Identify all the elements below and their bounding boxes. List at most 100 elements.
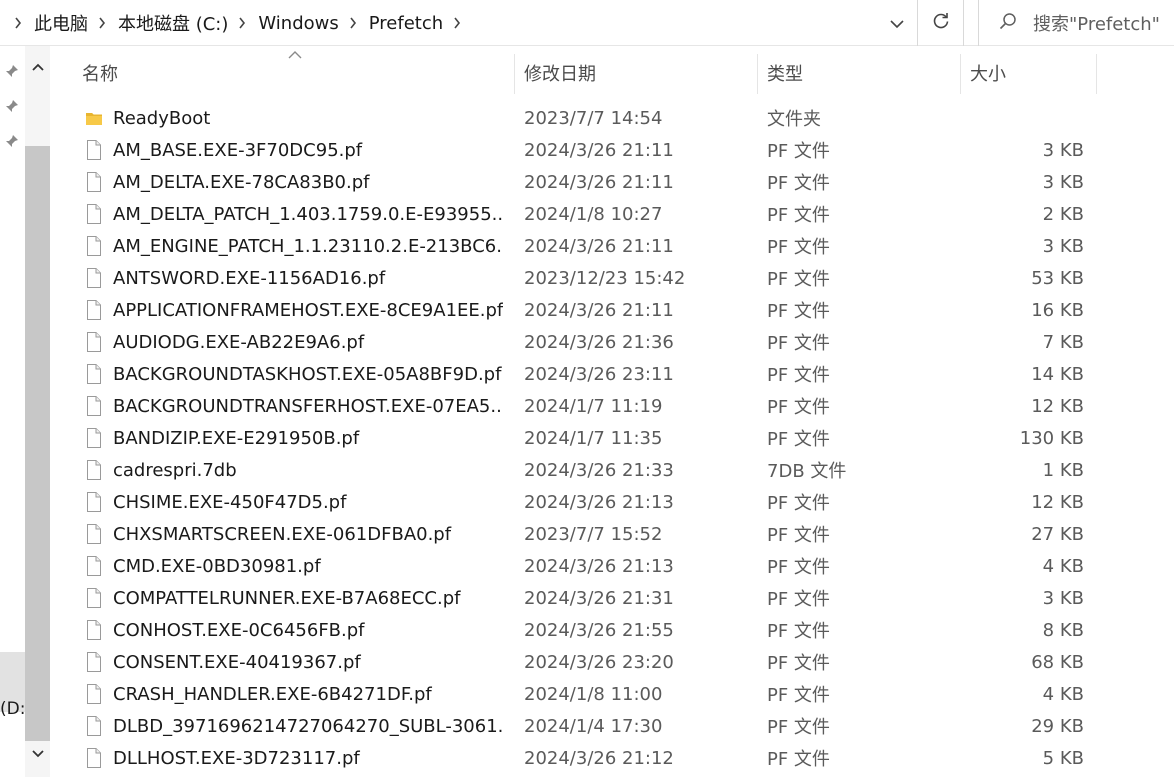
file-icon (84, 166, 104, 198)
file-row[interactable]: CHSIME.EXE-450F47D5.pf 2024/3/26 21:13 PF … (50, 486, 1174, 518)
file-row[interactable]: CMD.EXE-0BD30981.pf 2024/3/26 21:13 PF 文件 4… (50, 550, 1174, 582)
breadcrumb-item-prefetch[interactable]: Prefetch (365, 13, 447, 34)
file-type: PF 文件 (767, 493, 830, 514)
file-row[interactable]: APPLICATIONFRAMEHOST.EXE-8CE9A1EE.pf 2024… (50, 294, 1174, 326)
file-icon (84, 326, 104, 358)
file-name[interactable]: cadrespri.7db (113, 454, 503, 486)
file-modified-date: 2024/1/8 10:27 (524, 203, 663, 225)
file-size: 14 KB (1031, 363, 1084, 385)
file-name[interactable]: ReadyBoot (113, 102, 503, 134)
address-bar[interactable]: 此电脑 本地磁盘 (C:) Windows Prefetch (0, 0, 918, 46)
file-row[interactable]: BANDIZIP.EXE-E291950B.pf 2024/1/7 11:35 PF… (50, 422, 1174, 454)
breadcrumb-item-this-pc[interactable]: 此电脑 (30, 10, 92, 36)
navigation-pane[interactable]: (D:) (0, 46, 32, 777)
nav-scrollbar[interactable] (25, 46, 50, 777)
file-icon (84, 230, 104, 262)
file-name[interactable]: AUDIODG.EXE-AB22E9A6.pf (113, 326, 503, 358)
refresh-icon (932, 12, 950, 34)
file-row[interactable]: CRASH_HANDLER.EXE-6B4271DF.pf 2024/1/8 11… (50, 678, 1174, 710)
file-row[interactable]: CONHOST.EXE-0C6456FB.pf 2024/3/26 21:55 PF… (50, 614, 1174, 646)
file-row[interactable]: cadrespri.7db 2024/3/26 21:33 7DB 文件 1 KB (50, 454, 1174, 486)
file-name[interactable]: CHSIME.EXE-450F47D5.pf (113, 486, 503, 518)
file-row[interactable]: ReadyBoot 2023/7/7 14:54 文件夹 (50, 102, 1174, 134)
file-modified-date: 2023/12/23 15:42 (524, 267, 686, 289)
column-divider[interactable] (514, 54, 515, 94)
chevron-right-icon[interactable] (451, 17, 463, 29)
file-size: 4 KB (1042, 683, 1084, 705)
file-modified-date: 2024/1/7 11:19 (524, 395, 663, 417)
file-name[interactable]: ANTSWORD.EXE-1156AD16.pf (113, 262, 503, 294)
file-type: PF 文件 (767, 205, 830, 226)
file-type: 7DB 文件 (767, 461, 847, 482)
file-list[interactable]: ReadyBoot 2023/7/7 14:54 文件夹 AM_BASE.EXE-3F… (50, 102, 1174, 777)
file-name[interactable]: AM_DELTA.EXE-78CA83B0.pf (113, 166, 503, 198)
file-size: 27 KB (1031, 523, 1084, 545)
file-name[interactable]: CMD.EXE-0BD30981.pf (113, 550, 503, 582)
file-name[interactable]: DLLHOST.EXE-3D723117.pf (113, 742, 503, 774)
chevron-right-icon[interactable] (96, 17, 108, 29)
file-row[interactable]: ANTSWORD.EXE-1156AD16.pf 2023/12/23 15:42… (50, 262, 1174, 294)
file-modified-date: 2024/3/26 21:13 (524, 491, 674, 513)
file-size: 5 KB (1042, 747, 1084, 769)
file-icon (84, 134, 104, 166)
file-row[interactable]: DLLHOST.EXE-3D723117.pf 2024/3/26 21:12 PF… (50, 742, 1174, 774)
address-history-dropdown[interactable] (876, 0, 918, 46)
file-type: PF 文件 (767, 333, 830, 354)
column-header-row: 名称 修改日期 类型 大小 (50, 46, 1174, 100)
column-divider[interactable] (757, 54, 758, 94)
file-row[interactable]: CONSENT.EXE-40419367.pf 2024/3/26 23:20 PF… (50, 646, 1174, 678)
file-name[interactable]: CONHOST.EXE-0C6456FB.pf (113, 614, 503, 646)
scroll-down-button[interactable] (25, 741, 50, 767)
file-name[interactable]: AM_ENGINE_PATCH_1.1.23110.2.E-213BC6... (113, 230, 503, 262)
file-name[interactable]: APPLICATIONFRAMEHOST.EXE-8CE9A1EE.pf (113, 294, 503, 326)
chevron-down-icon (890, 14, 904, 33)
file-icon (84, 486, 104, 518)
file-row[interactable]: AM_DELTA.EXE-78CA83B0.pf 2024/3/26 21:11 P… (50, 166, 1174, 198)
file-row[interactable]: AM_DELTA_PATCH_1.403.1759.0.E-E93955... 2… (50, 198, 1174, 230)
file-row[interactable]: AM_ENGINE_PATCH_1.1.23110.2.E-213BC6... 2… (50, 230, 1174, 262)
file-icon (84, 422, 104, 454)
file-name[interactable]: BACKGROUNDTASKHOST.EXE-05A8BF9D.pf (113, 358, 503, 390)
column-header-size[interactable]: 大小 (970, 46, 1094, 100)
file-name[interactable]: CHXSMARTSCREEN.EXE-061DFBA0.pf (113, 518, 503, 550)
breadcrumb-item-local-disk[interactable]: 本地磁盘 (C:) (114, 10, 232, 36)
file-row[interactable]: AM_BASE.EXE-3F70DC95.pf 2024/3/26 21:11 PF… (50, 134, 1174, 166)
file-row[interactable]: BACKGROUNDTASKHOST.EXE-05A8BF9D.pf 2024/3… (50, 358, 1174, 390)
chevron-right-icon[interactable] (236, 17, 248, 29)
file-name[interactable]: DLBD_3971696214727064270_SUBL-3061... (113, 710, 503, 742)
chevron-right-icon[interactable] (347, 17, 359, 29)
file-modified-date: 2024/3/26 21:13 (524, 555, 674, 577)
file-name[interactable]: COMPATTELRUNNER.EXE-B7A68ECC.pf (113, 582, 503, 614)
scroll-up-button[interactable] (25, 54, 50, 80)
column-divider[interactable] (960, 54, 961, 94)
file-row[interactable]: BACKGROUNDTRANSFERHOST.EXE-07EA5... 2024/… (50, 390, 1174, 422)
file-icon (84, 742, 104, 774)
file-name[interactable]: CRASH_HANDLER.EXE-6B4271DF.pf (113, 678, 503, 710)
column-header-date[interactable]: 修改日期 (524, 46, 754, 100)
column-divider[interactable] (1096, 54, 1097, 94)
file-modified-date: 2024/3/26 23:11 (524, 363, 674, 385)
file-name[interactable]: BACKGROUNDTRANSFERHOST.EXE-07EA5... (113, 390, 503, 422)
file-type: PF 文件 (767, 429, 830, 450)
file-name[interactable]: AM_DELTA_PATCH_1.403.1759.0.E-E93955... (113, 198, 503, 230)
column-header-name[interactable]: 名称 (82, 46, 512, 100)
scrollbar-thumb[interactable] (25, 146, 50, 766)
chevron-right-icon[interactable] (12, 17, 24, 29)
file-size: 3 KB (1042, 235, 1084, 257)
file-row[interactable]: COMPATTELRUNNER.EXE-B7A68ECC.pf 2024/3/26… (50, 582, 1174, 614)
file-size: 29 KB (1031, 715, 1084, 737)
file-modified-date: 2024/1/4 17:30 (524, 715, 663, 737)
refresh-button[interactable] (918, 0, 964, 46)
file-type: PF 文件 (767, 301, 830, 322)
file-row[interactable]: DLBD_3971696214727064270_SUBL-3061... 202… (50, 710, 1174, 742)
file-name[interactable]: BANDIZIP.EXE-E291950B.pf (113, 422, 503, 454)
file-modified-date: 2023/7/7 14:54 (524, 107, 663, 129)
file-modified-date: 2024/3/26 21:31 (524, 587, 674, 609)
file-name[interactable]: CONSENT.EXE-40419367.pf (113, 646, 503, 678)
column-header-type[interactable]: 类型 (767, 46, 957, 100)
search-input[interactable]: 搜索"Prefetch" (978, 0, 1174, 46)
breadcrumb-item-windows[interactable]: Windows (254, 13, 342, 34)
file-row[interactable]: AUDIODG.EXE-AB22E9A6.pf 2024/3/26 21:36 PF… (50, 326, 1174, 358)
file-name[interactable]: AM_BASE.EXE-3F70DC95.pf (113, 134, 503, 166)
file-row[interactable]: CHXSMARTSCREEN.EXE-061DFBA0.pf 2023/7/7 1… (50, 518, 1174, 550)
